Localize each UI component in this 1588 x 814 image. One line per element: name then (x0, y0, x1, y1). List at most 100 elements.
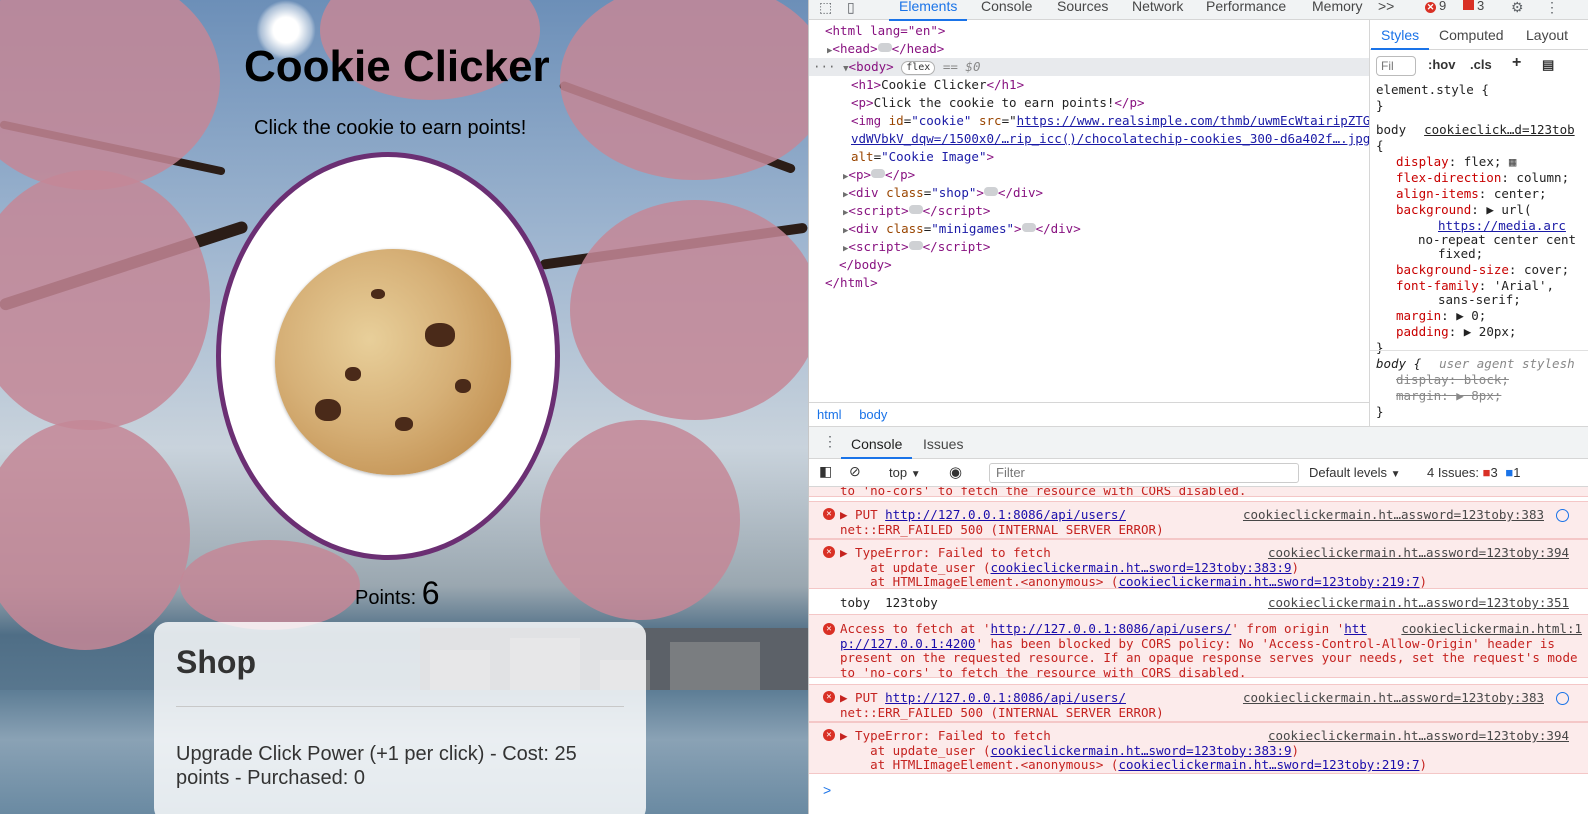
console-log-user[interactable]: toby 123toby cookieclickermain.ht…asswor… (809, 591, 1588, 613)
rule-open: { (1376, 138, 1384, 153)
css-display[interactable]: display: flex; ▦ (1396, 154, 1516, 170)
source-link[interactable]: cookieclickermain.ht…assword=123toby:394 (1268, 728, 1569, 744)
source-link[interactable]: cookieclickermain.html:1 (1401, 621, 1582, 637)
console-drawer: ⋮ Console Issues ◧ ⊘ top ▼ ◉ Filter Defa… (809, 426, 1588, 814)
body-rule-selector[interactable]: body cookieclick…d=123tob (1376, 122, 1575, 138)
devtools-tabbar: ⬚ ▯ Elements Console Sources Network Per… (809, 0, 1588, 21)
dom-p[interactable]: <p>Click the cookie to earn points!</p> (851, 94, 1145, 112)
sidebar-toggle-icon[interactable]: ◧ (819, 463, 832, 480)
tab-styles[interactable]: Styles (1370, 27, 1430, 50)
flex-badge[interactable]: flex (901, 61, 936, 75)
tab-sources[interactable]: Sources (1057, 0, 1108, 13)
drawer-tab-issues[interactable]: Issues (923, 436, 963, 452)
network-globe-icon[interactable] (1556, 692, 1569, 705)
console-error-typeerror[interactable]: ✕ ▶ TypeError: Failed to fetch at update… (809, 539, 1588, 589)
settings-gear-icon[interactable]: ⚙ (1511, 0, 1524, 20)
clear-console-icon[interactable]: ⊘ (849, 463, 861, 480)
cookie-clicker-page: Cookie Clicker Click the cookie to earn … (0, 0, 808, 814)
css-margin[interactable]: margin: ▶ 0; (1396, 308, 1486, 324)
new-rule-plus-icon[interactable]: + (1512, 54, 1521, 72)
elements-dom-tree: <html lang="en"> ▶<head> </head> ··· ▼<bo… (809, 20, 1378, 402)
upgrade-click-power-item[interactable]: Upgrade Click Power (+1 per click) - Cos… (176, 742, 616, 790)
console-error-typeerror[interactable]: ✕ ▶ TypeError: Failed to fetch at update… (809, 722, 1588, 774)
tab-performance[interactable]: Performance (1206, 0, 1286, 13)
live-expression-eye-icon[interactable]: ◉ (949, 463, 962, 481)
dom-img-alt[interactable]: alt="Cookie Image"> (851, 148, 994, 166)
breadcrumb: html body (809, 402, 1369, 426)
network-globe-icon[interactable] (1556, 509, 1569, 522)
css-background-fixed: fixed; (1438, 246, 1484, 261)
element-style-rule[interactable]: element.style { (1376, 82, 1489, 98)
body-rule-source-link[interactable]: cookieclick…d=123tob (1424, 122, 1575, 137)
img-src-link-2[interactable]: vdWVbkV_dqw=/1500x0/…rip_icc()/chocolate… (851, 131, 1370, 146)
points-label: Points: (355, 587, 417, 609)
issues-counter[interactable]: 4 Issues: ■3 ■1 (1427, 465, 1520, 480)
dom-div-minigames[interactable]: ▶<div class="minigames"> </div> (843, 220, 1081, 238)
ua-css-margin: margin: ▶ 8px; (1396, 388, 1502, 403)
hover-state-toggle[interactable]: :hov (1428, 57, 1455, 72)
class-toggle[interactable]: .cls (1470, 57, 1492, 72)
console-messages: to 'no-cors' to fetch the resource with … (809, 487, 1588, 814)
css-padding[interactable]: padding: ▶ 20px; (1396, 324, 1516, 340)
css-flex-direction[interactable]: flex-direction: column; (1396, 170, 1569, 186)
breadcrumb-html[interactable]: html (817, 407, 842, 422)
dom-script-2[interactable]: ▶<script> </script> (843, 238, 990, 256)
shop-panel: Shop Upgrade Click Power (+1 per click) … (154, 622, 646, 814)
shop-divider (176, 706, 624, 707)
drawer-menu-icon[interactable]: ⋮ (823, 433, 837, 450)
inspect-element-icon[interactable]: ⬚ (819, 0, 832, 20)
cookie-image[interactable] (275, 249, 511, 475)
dom-h1[interactable]: <h1>Cookie Clicker</h1> (851, 76, 1024, 94)
tab-elements[interactable]: Elements (888, 0, 968, 21)
styles-pane: Styles Computed Layout Fil :hov .cls + ▤… (1369, 20, 1588, 426)
css-font-family-cont: sans-serif; (1438, 292, 1521, 307)
tab-console[interactable]: Console (981, 0, 1032, 13)
error-icon: ✕ (823, 623, 835, 635)
more-tabs-button[interactable]: >> (1378, 0, 1394, 13)
dom-p2[interactable]: ▶<p> </p> (843, 166, 915, 184)
issues-error-icon: ■ (1482, 465, 1491, 480)
dom-img-src-cont[interactable]: vdWVbkV_dqw=/1500x0/…rip_icc()/chocolate… (851, 130, 1378, 148)
tab-layout[interactable]: Layout (1526, 27, 1568, 43)
console-filter-input[interactable]: Filter (989, 463, 1299, 483)
tab-memory[interactable]: Memory (1312, 0, 1363, 13)
console-error-put[interactable]: ✕ ▶ PUT http://127.0.0.1:8086/api/users/… (809, 501, 1588, 539)
source-link[interactable]: cookieclickermain.ht…assword=123toby:383 (1243, 507, 1544, 523)
img-src-link[interactable]: https://www.realsimple.com/thmb/uwmEcWta… (1017, 113, 1378, 128)
breadcrumb-body[interactable]: body (859, 407, 887, 422)
context-select[interactable]: top ▼ (889, 465, 921, 480)
dom-img[interactable]: <img id="cookie" src="https://www.realsi… (851, 112, 1378, 130)
ua-rule-selector[interactable]: body {user agent stylesh (1376, 356, 1575, 372)
dom-head[interactable]: ▶<head> </head> (827, 40, 944, 58)
warning-count-badge[interactable]: 3 (1463, 0, 1484, 12)
tab-network[interactable]: Network (1132, 0, 1183, 13)
tab-computed[interactable]: Computed (1439, 27, 1504, 43)
styles-filter-input[interactable]: Fil (1376, 56, 1416, 76)
dom-html-close[interactable]: </html> (825, 274, 878, 292)
css-align-items[interactable]: align-items: center; (1396, 186, 1547, 202)
console-prompt[interactable]: > (823, 782, 831, 798)
css-background[interactable]: background: ▶ url( (1396, 202, 1531, 218)
cookie-button[interactable] (216, 152, 560, 560)
console-error-cors[interactable]: ✕ Access to fetch at 'http://127.0.0.1:8… (809, 614, 1588, 679)
points-display: Points: 6 (355, 575, 440, 612)
error-count-badge[interactable]: ✕ 9 (1425, 0, 1446, 13)
dom-body-selected[interactable]: ··· ▼<body> flex == $0 (809, 58, 1369, 76)
log-levels-select[interactable]: Default levels ▼ (1309, 465, 1401, 480)
device-toolbar-icon[interactable]: ▯ (847, 0, 855, 20)
drawer-tabbar: ⋮ Console Issues (809, 427, 1588, 459)
console-error-put[interactable]: ✕ ▶ PUT http://127.0.0.1:8086/api/users/… (809, 684, 1588, 722)
source-link[interactable]: cookieclickermain.ht…assword=123toby:351 (1268, 595, 1569, 611)
source-link[interactable]: cookieclickermain.ht…assword=123toby:383 (1243, 690, 1544, 706)
drawer-tab-console[interactable]: Console (840, 436, 913, 459)
kebab-menu-icon[interactable]: ⋮ (1545, 0, 1559, 20)
rule-close-3: } (1376, 404, 1384, 419)
dom-body-close[interactable]: </body> (839, 256, 892, 274)
computed-sidebar-icon[interactable]: ▤ (1542, 57, 1554, 73)
dom-div-shop[interactable]: ▶<div class="shop"> </div> (843, 184, 1043, 202)
css-background-size[interactable]: background-size: cover; (1396, 262, 1569, 278)
source-link[interactable]: cookieclickermain.ht…assword=123toby:394 (1268, 545, 1569, 561)
rule-close: } (1376, 98, 1384, 113)
dom-html-open[interactable]: <html lang="en"> (825, 22, 945, 40)
dom-script-1[interactable]: ▶<script> </script> (843, 202, 990, 220)
